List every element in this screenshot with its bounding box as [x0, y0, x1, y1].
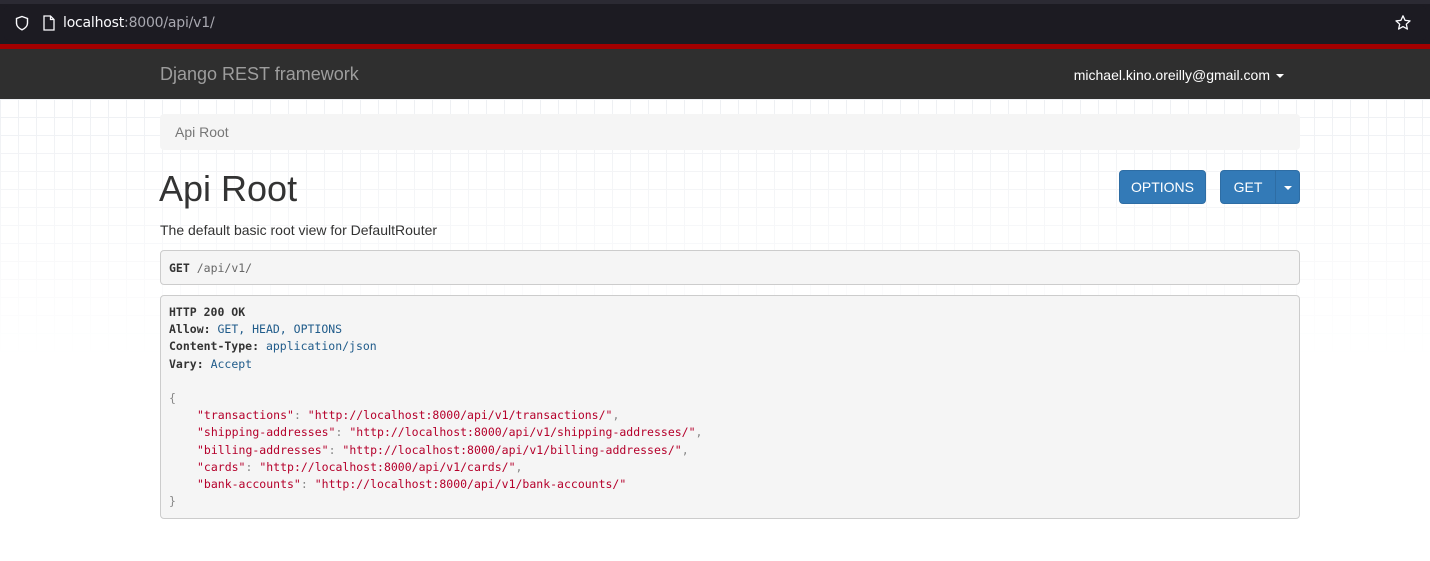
response-header: Vary: Accept — [169, 357, 253, 371]
json-close-brace: } — [169, 494, 176, 508]
brand-link[interactable]: Django REST framework — [160, 64, 359, 85]
bookmark-star-icon[interactable] — [1394, 14, 1412, 32]
get-format-dropdown-button[interactable] — [1275, 170, 1300, 204]
breadcrumb: Api Root — [160, 114, 1300, 150]
get-button[interactable]: GET — [1220, 170, 1276, 204]
json-entry: "cards": "http://localhost:8000/api/v1/c… — [197, 460, 523, 474]
json-link[interactable]: "http://localhost:8000/api/v1/billing-ad… — [342, 443, 681, 457]
page-description: The default basic root view for DefaultR… — [160, 222, 438, 238]
chevron-down-icon — [1276, 74, 1284, 79]
shield-icon[interactable] — [14, 15, 30, 31]
breadcrumb-item-api-root[interactable]: Api Root — [175, 124, 229, 140]
options-button[interactable]: OPTIONS — [1119, 170, 1206, 204]
page-title: Api Root — [159, 168, 298, 209]
json-open-brace: { — [169, 391, 176, 405]
json-entry: "bank-accounts": "http://localhost:8000/… — [197, 477, 627, 491]
browser-toolbar: localhost:8000/api/v1/ — [0, 0, 1430, 44]
response-header: Content-Type: application/json — [169, 339, 377, 353]
chevron-down-icon — [1283, 186, 1292, 191]
json-key: "shipping-addresses" — [197, 425, 336, 439]
user-email: michael.kino.oreilly@gmail.com — [1073, 67, 1270, 83]
navbar: Django REST framework michael.kino.oreil… — [0, 44, 1430, 99]
url-text[interactable]: localhost:8000/api/v1/ — [63, 15, 215, 31]
url-host: localhost — [63, 15, 125, 31]
json-key: "billing-addresses" — [197, 443, 329, 457]
json-entry: "shipping-addresses": "http://localhost:… — [197, 425, 703, 439]
json-entry: "transactions": "http://localhost:8000/a… — [197, 408, 620, 422]
json-key: "cards" — [197, 460, 246, 474]
url-path: :8000/api/v1/ — [124, 15, 215, 31]
tab-strip-edge — [0, 0, 1430, 4]
request-info: GET /api/v1/ — [160, 250, 1300, 285]
json-entry: "billing-addresses": "http://localhost:8… — [197, 443, 689, 457]
request-path: /api/v1/ — [196, 261, 253, 275]
json-link[interactable]: "http://localhost:8000/api/v1/bank-accou… — [315, 477, 627, 491]
json-key: "transactions" — [197, 408, 294, 422]
page-icon — [43, 15, 55, 31]
response-info: HTTP 200 OK Allow: GET, HEAD, OPTIONS Co… — [160, 295, 1300, 519]
response-status: HTTP 200 OK — [169, 305, 246, 319]
user-menu[interactable]: michael.kino.oreilly@gmail.com — [1074, 67, 1284, 83]
address-bar[interactable]: localhost:8000/api/v1/ — [4, 6, 1426, 40]
json-link[interactable]: "http://localhost:8000/api/v1/shipping-a… — [349, 425, 695, 439]
json-link[interactable]: "http://localhost:8000/api/v1/transactio… — [308, 408, 613, 422]
response-header: Allow: GET, HEAD, OPTIONS — [169, 322, 343, 336]
json-key: "bank-accounts" — [197, 477, 301, 491]
request-method: GET — [169, 261, 190, 275]
json-link[interactable]: "http://localhost:8000/api/v1/cards/" — [259, 460, 515, 474]
